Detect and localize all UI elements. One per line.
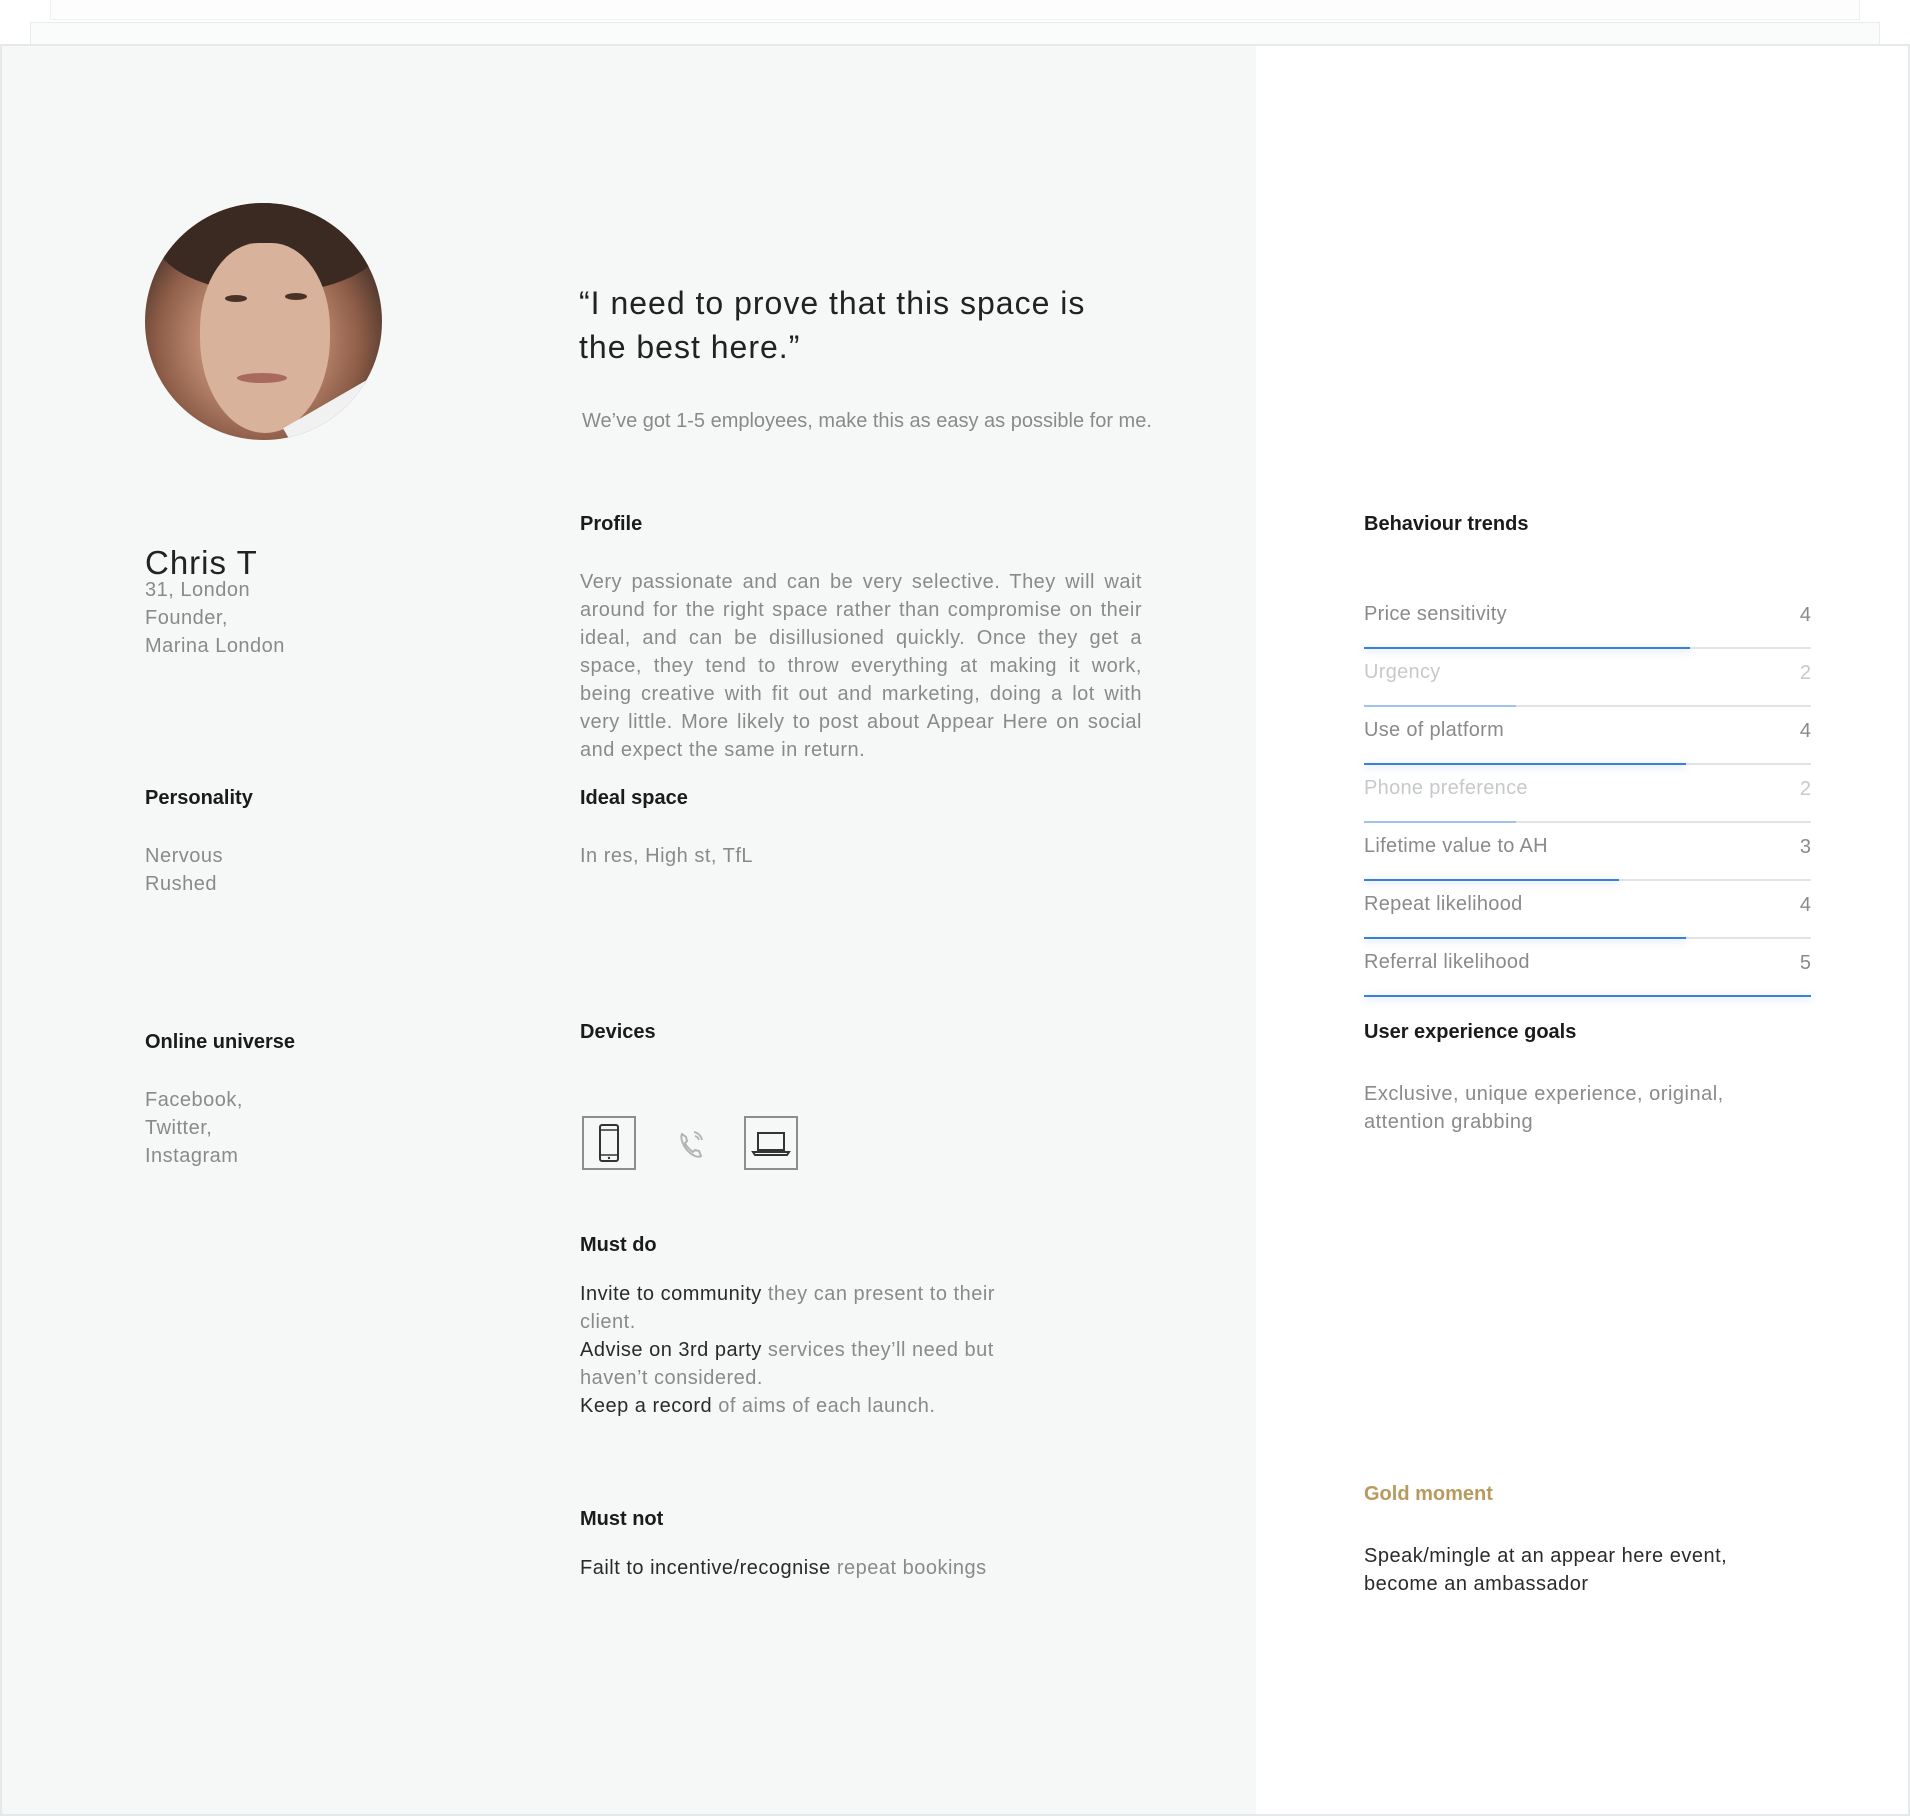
ux-goals-heading: User experience goals — [1364, 1021, 1577, 1043]
behaviour-trend-label: Referral likelihood — [1364, 951, 1530, 973]
personality-item: Nervous — [145, 845, 223, 867]
behaviour-trend-value: 2 — [1799, 778, 1811, 800]
behaviour-trend-value: 3 — [1799, 836, 1811, 858]
background-card-edge — [30, 22, 1880, 46]
must-do-strong: Advise on 3rd party — [580, 1339, 762, 1361]
must-do-strong: Invite to community — [580, 1283, 762, 1305]
background-card-edge — [50, 0, 1860, 20]
behaviour-trend-label: Price sensitivity — [1364, 603, 1507, 625]
behaviour-trend-value: 4 — [1799, 604, 1811, 626]
personality-item: Rushed — [145, 873, 217, 895]
behaviour-trend-row: Use of platform 4 — [1364, 707, 1811, 765]
must-do-line: Keep a record of aims of each launch. — [580, 1392, 1100, 1420]
behaviour-trend-value: 2 — [1799, 662, 1811, 684]
personality-list: Nervous Rushed — [145, 842, 223, 898]
must-do-rest: of aims of each launch. — [712, 1395, 936, 1417]
laptop-icon — [744, 1116, 798, 1170]
behaviour-trend-value: 4 — [1799, 720, 1811, 742]
must-do-rest: client. — [580, 1311, 636, 1333]
behaviour-trend-label: Phone preference — [1364, 777, 1528, 799]
persona-details: 31, London Founder, Marina London — [145, 576, 285, 660]
avatar — [145, 203, 382, 440]
gold-moment-line: become an ambassador — [1364, 1573, 1589, 1595]
profile-heading: Profile — [580, 513, 643, 535]
behaviour-trend-row: Repeat likelihood 4 — [1364, 881, 1811, 939]
must-not-heading: Must not — [580, 1508, 664, 1530]
behaviour-trend-row: Referral likelihood 5 — [1364, 939, 1811, 997]
ux-goals-line: Exclusive, unique experience, original, — [1364, 1083, 1724, 1105]
must-do-rest: haven’t considered. — [580, 1367, 763, 1389]
gold-moment-line: Speak/mingle at an appear here event, — [1364, 1545, 1728, 1567]
gold-moment-heading: Gold moment — [1364, 1483, 1493, 1505]
must-do-line: haven’t considered. — [580, 1364, 1100, 1392]
avatar-face — [200, 243, 330, 433]
behaviour-trend-value: 4 — [1799, 894, 1811, 916]
persona-detail: 31, London — [145, 579, 251, 601]
persona-card: “I need to prove that this space is the … — [0, 44, 1910, 1816]
phone-call-icon — [664, 1116, 718, 1170]
behaviour-trend-row: Lifetime value to AH 3 — [1364, 823, 1811, 881]
avatar-eye — [285, 293, 307, 300]
devices-heading: Devices — [580, 1021, 656, 1043]
behaviour-trend-label: Urgency — [1364, 661, 1441, 683]
avatar-eye — [225, 295, 247, 302]
online-universe-list: Facebook, Twitter, Instagram — [145, 1086, 243, 1170]
ux-goals-line: attention grabbing — [1364, 1111, 1534, 1133]
online-universe-item: Facebook, — [145, 1089, 243, 1111]
profile-text: Very passionate and can be very selectiv… — [580, 571, 1142, 761]
behaviour-trend-label: Repeat likelihood — [1364, 893, 1523, 915]
behaviour-trend-label: Lifetime value to AH — [1364, 835, 1548, 857]
must-do-heading: Must do — [580, 1234, 657, 1256]
must-not-strong: Failt to incentive/recognise — [580, 1557, 831, 1579]
must-do-line: Invite to community they can present to … — [580, 1280, 1100, 1308]
avatar-mouth — [237, 373, 287, 383]
behaviour-trends-list: Price sensitivity 4 Urgency 2 Use of platfor… — [1364, 591, 1811, 997]
mobile-phone-icon — [582, 1116, 636, 1170]
persona-subquote: We’ve got 1-5 employees, make this as ea… — [582, 410, 1152, 432]
online-universe-heading: Online universe — [145, 1031, 296, 1053]
devices-list — [582, 1116, 822, 1170]
must-do-rest: they can present to their — [761, 1283, 995, 1305]
ideal-space-heading: Ideal space — [580, 787, 688, 809]
must-do-line: Advise on 3rd party services they’ll nee… — [580, 1336, 1100, 1364]
behaviour-trend-value: 5 — [1799, 952, 1811, 974]
persona-detail: Marina London — [145, 635, 285, 657]
must-do-line: client. — [580, 1308, 1100, 1336]
persona-quote: “I need to prove that this space is the … — [579, 285, 1086, 365]
behaviour-trends-heading: Behaviour trends — [1364, 513, 1529, 535]
online-universe-item: Twitter, — [145, 1117, 213, 1139]
behaviour-trend-row: Price sensitivity 4 — [1364, 591, 1811, 649]
must-not-rest: repeat bookings — [830, 1557, 987, 1579]
online-universe-item: Instagram — [145, 1145, 239, 1167]
behaviour-trend-label: Use of platform — [1364, 719, 1505, 741]
gold-moment-text: Speak/mingle at an appear here event, be… — [1364, 1542, 1727, 1598]
persona-detail: Founder, — [145, 607, 228, 629]
ideal-space-text: In res, High st, TfL — [580, 845, 754, 867]
behaviour-trend-row: Phone preference 2 — [1364, 765, 1811, 823]
must-do-strong: Keep a record — [580, 1395, 713, 1417]
ux-goals-text: Exclusive, unique experience, original, … — [1364, 1080, 1724, 1136]
must-not-text: Failt to incentive/recognise repeat book… — [580, 1554, 1140, 1582]
must-do-rest: services they’ll need but — [761, 1339, 994, 1361]
personality-heading: Personality — [145, 787, 253, 809]
must-do-list: Invite to community they can present to … — [580, 1280, 1100, 1420]
behaviour-trend-bar — [1364, 995, 1811, 997]
behaviour-trend-row: Urgency 2 — [1364, 649, 1811, 707]
